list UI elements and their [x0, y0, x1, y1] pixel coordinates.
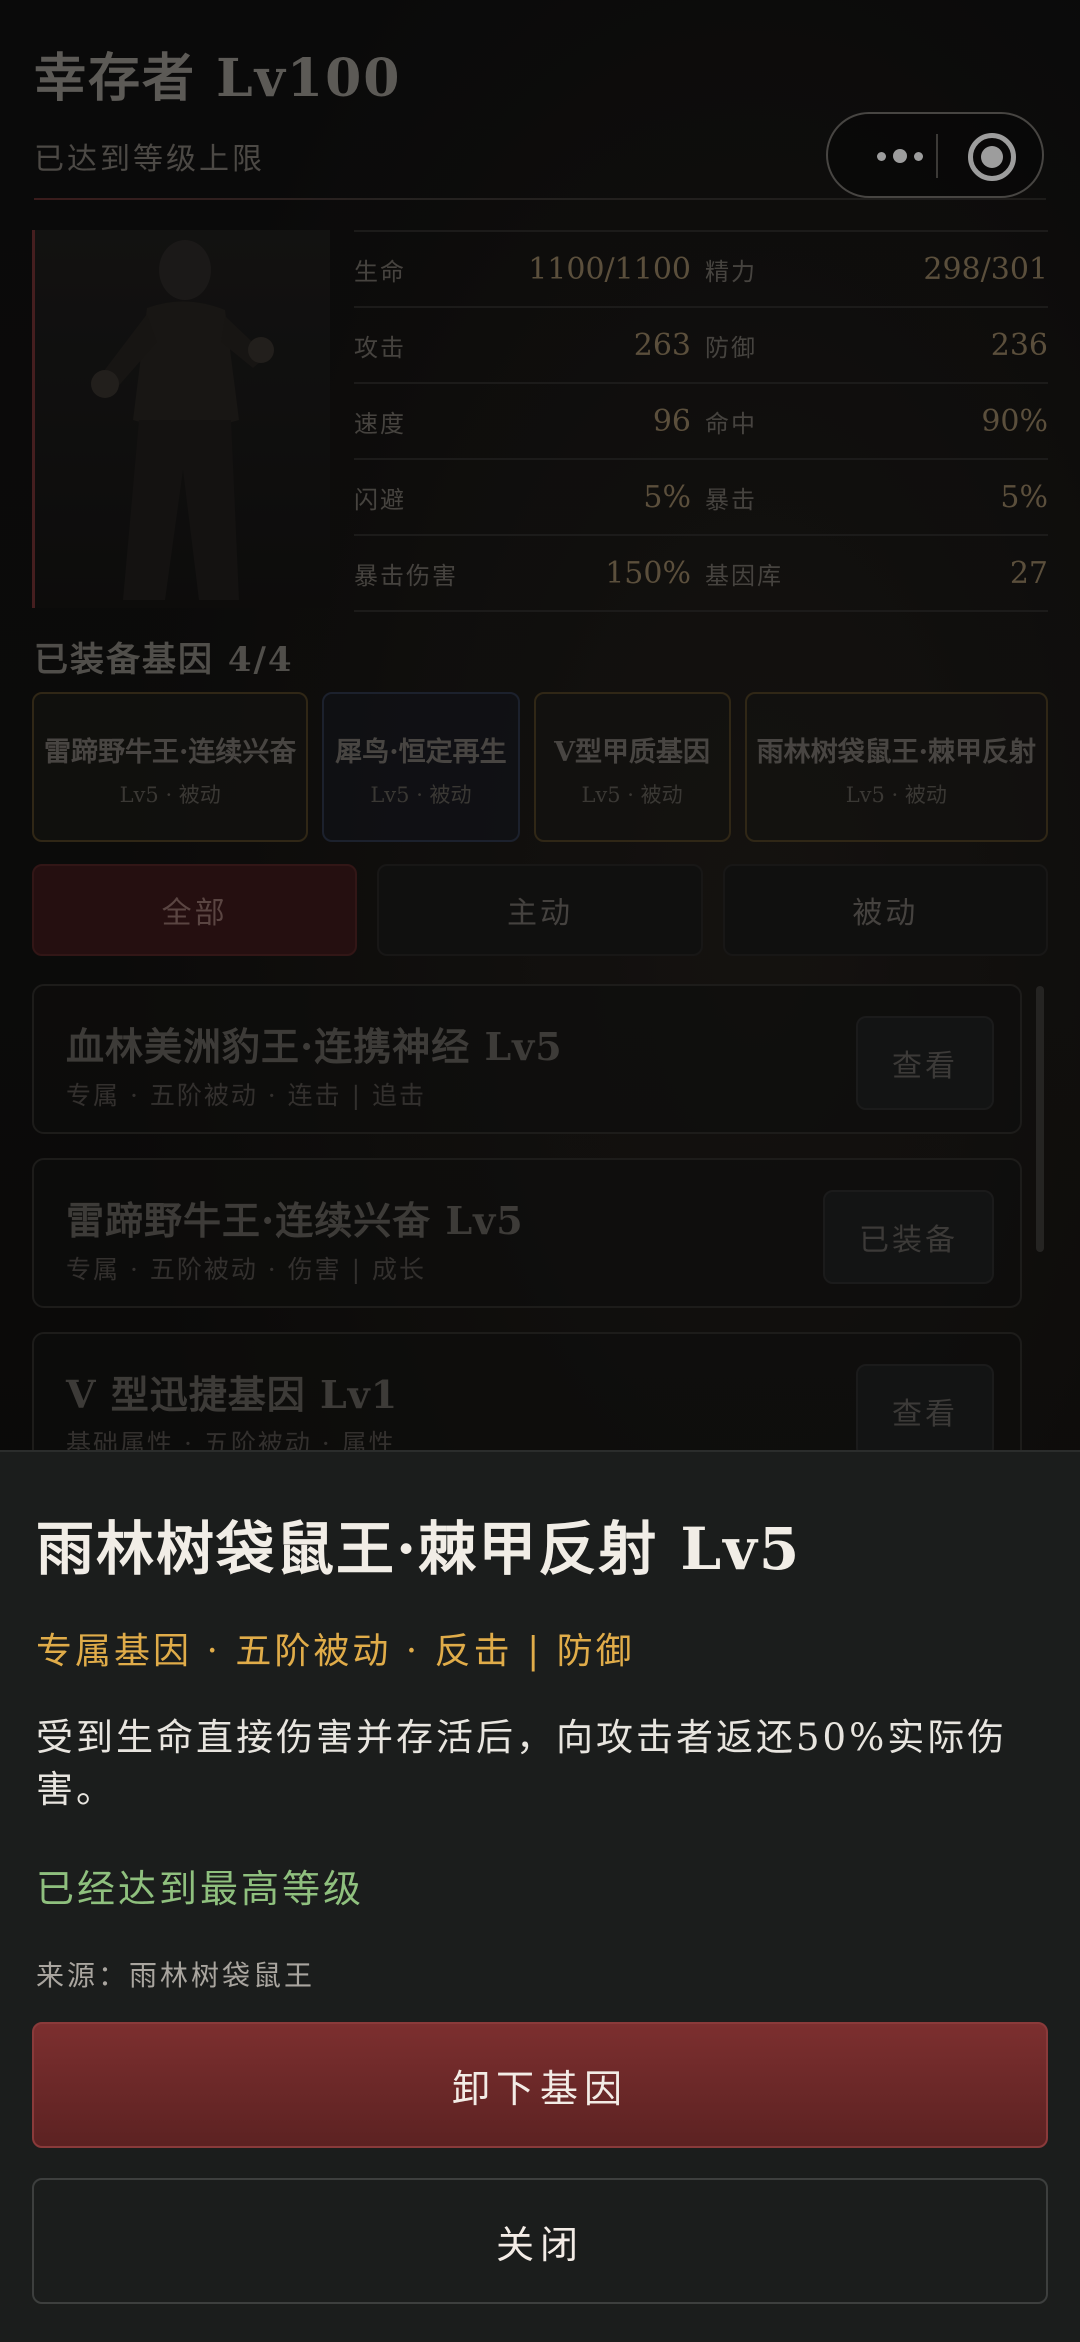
modal-overlay[interactable] [0, 0, 1080, 1450]
gene-detail-sheet: 雨林树袋鼠王·棘甲反射 Lv5 专属基因 · 五阶被动 · 反击 | 防御 受到… [0, 1450, 1080, 2342]
close-button[interactable]: 关闭 [32, 2178, 1048, 2304]
gene-detail-description: 受到生命直接伤害并存活后，向攻击者返还50%实际伤害。 [36, 1716, 1008, 1811]
max-level-text: 已经达到最高等级 [36, 1867, 365, 1911]
gene-source: 来源：雨林树袋鼠王 [36, 1959, 316, 1992]
gene-detail-title: 雨林树袋鼠王·棘甲反射 Lv5 [36, 1515, 802, 1583]
gene-detail-tags: 专属基因 · 五阶被动 · 反击 | 防御 [36, 1631, 635, 1672]
unequip-gene-button[interactable]: 卸下基因 [32, 2022, 1048, 2148]
